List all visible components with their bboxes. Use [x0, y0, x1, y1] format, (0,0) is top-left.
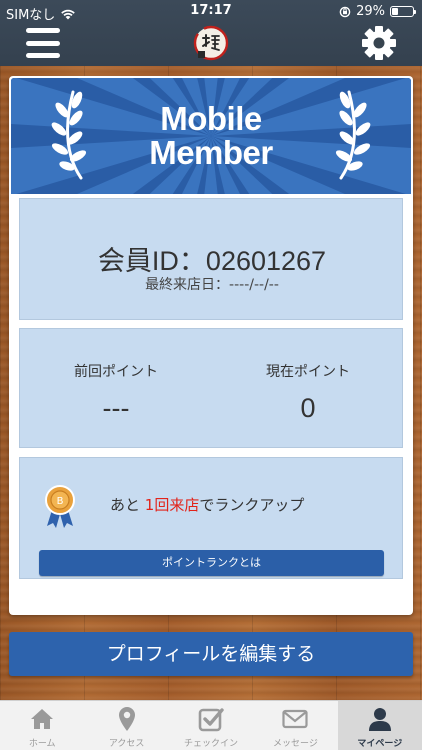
banner-title-line2: Member	[149, 134, 273, 171]
svg-text:B: B	[57, 496, 64, 507]
rank-panel: B あと 1回来店でランクアップ ポイントランクとは	[19, 457, 403, 579]
tab-messages-label: メッセージ	[273, 739, 318, 749]
member-id: 会員ID：02601267	[97, 246, 327, 276]
banner-title-line1: Mobile	[160, 100, 262, 137]
hamburger-menu-icon[interactable]	[26, 28, 60, 58]
battery-percent: 29%	[356, 4, 385, 19]
status-right: 29%	[339, 4, 416, 19]
app-screen: SIMなし 17:17 29% Mobile Member 会員ID：02601…	[0, 0, 422, 750]
battery-icon	[390, 6, 416, 17]
points-panel: 前回ポイント --- 現在ポイント 0	[19, 328, 403, 448]
current-points-label: 現在ポイント	[266, 364, 350, 380]
current-points: 現在ポイント 0	[212, 361, 404, 424]
edit-profile-button[interactable]: プロフィールを編集する	[9, 632, 413, 676]
shop-logo-icon	[193, 25, 229, 61]
tab-bar: ホーム アクセス チェックイン メッセージ マイページ	[0, 700, 422, 750]
current-points-value: 0	[300, 393, 316, 423]
previous-points-label: 前回ポイント	[74, 364, 158, 380]
medal-icon: B	[45, 485, 75, 528]
point-rank-info-button[interactable]: ポイントランクとは	[39, 550, 384, 576]
last-visit-date: 最終来店日：----/--/--	[145, 277, 279, 293]
rank-prefix: あと	[110, 496, 145, 514]
tab-mypage-label: マイページ	[357, 739, 403, 749]
tab-access[interactable]: アクセス	[84, 701, 168, 750]
tab-mypage[interactable]: マイページ	[337, 701, 422, 750]
tab-checkin[interactable]: チェックイン	[169, 701, 253, 750]
checkin-icon	[198, 708, 224, 732]
orientation-lock-icon	[339, 6, 351, 17]
home-icon	[31, 709, 54, 729]
tab-home[interactable]: ホーム	[0, 701, 84, 750]
tab-access-label: アクセス	[108, 739, 145, 749]
tab-home-label: ホーム	[28, 739, 56, 749]
user-icon	[368, 708, 391, 731]
top-bar: SIMなし 17:17 29%	[0, 0, 422, 66]
member-id-panel: 会員ID：02601267 最終来店日：----/--/--	[19, 198, 403, 320]
previous-points: 前回ポイント ---	[20, 361, 212, 424]
member-card: Mobile Member 会員ID：02601267 最終来店日：----/-…	[9, 76, 413, 615]
map-pin-icon	[118, 707, 135, 731]
tab-messages[interactable]: メッセージ	[253, 701, 337, 750]
banner-title: Mobile Member	[11, 102, 411, 170]
envelope-icon	[282, 709, 309, 729]
previous-points-value: ---	[102, 393, 130, 423]
mobile-member-banner: Mobile Member	[11, 78, 411, 194]
gear-icon[interactable]	[360, 24, 398, 62]
tab-checkin-label: チェックイン	[184, 739, 239, 749]
status-bar: SIMなし 17:17 29%	[0, 0, 422, 23]
rank-visits-highlight: 1回来店	[144, 496, 200, 514]
rank-suffix: でランクアップ	[199, 496, 305, 514]
rank-up-message: あと 1回来店でランクアップ	[110, 494, 304, 515]
